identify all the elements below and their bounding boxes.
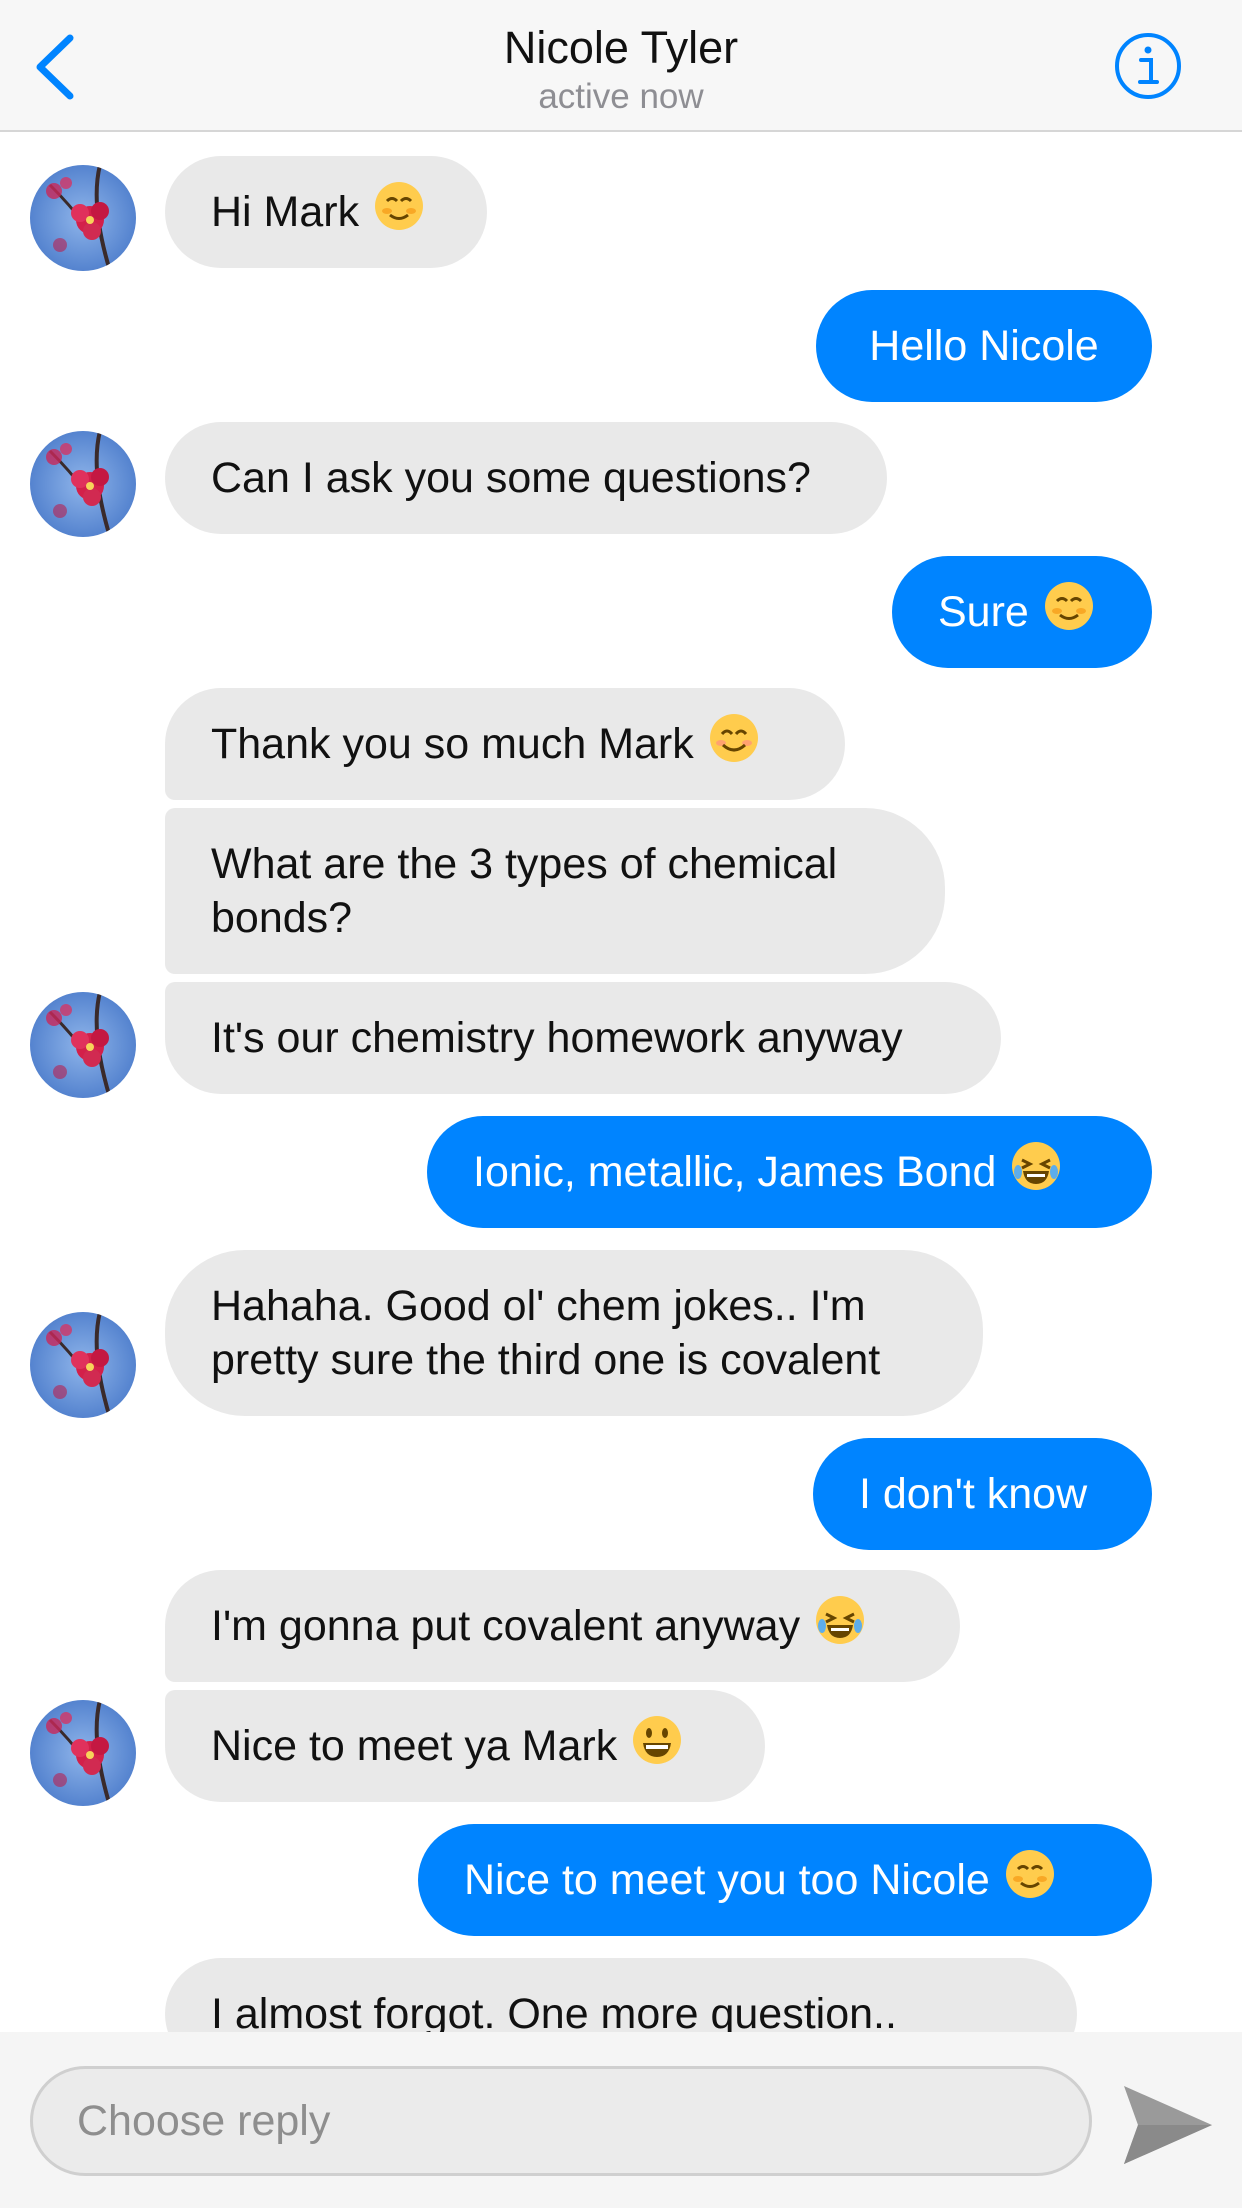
incoming-message[interactable]: Can I ask you some questions?	[165, 422, 887, 534]
contact-avatar[interactable]	[30, 431, 136, 537]
outgoing-message[interactable]: Nice to meet you too Nicole	[418, 1824, 1152, 1936]
contact-avatar[interactable]	[30, 165, 136, 271]
send-button[interactable]	[1120, 2082, 1216, 2168]
grin-emoji-icon	[631, 1714, 683, 1779]
outgoing-message[interactable]: Hello Nicole	[816, 290, 1152, 402]
conversation-header: Nicole Tyler active now	[0, 0, 1242, 132]
blush-emoji-icon	[1004, 1848, 1056, 1913]
outgoing-message[interactable]: Sure	[892, 556, 1152, 668]
incoming-message[interactable]: What are the 3 types of chemical bonds?	[165, 808, 945, 974]
incoming-message[interactable]: I'm gonna put covalent anyway	[165, 1570, 960, 1682]
info-button[interactable]	[1112, 30, 1184, 102]
joy-emoji-icon	[1010, 1140, 1062, 1205]
blush-emoji-icon	[373, 180, 425, 245]
smile-emoji-icon	[708, 712, 760, 777]
incoming-message[interactable]: Hi Mark	[165, 156, 487, 268]
incoming-message[interactable]: I almost forgot. One more question..	[165, 1958, 1077, 2032]
incoming-message[interactable]: It's our chemistry homework anyway	[165, 982, 1001, 1094]
blush-emoji-icon	[1043, 580, 1095, 645]
info-circle-icon	[1115, 33, 1181, 99]
contact-name: Nicole Tyler	[503, 22, 739, 73]
outgoing-message[interactable]: Ionic, metallic, James Bond	[427, 1116, 1152, 1228]
reply-composer	[0, 2032, 1242, 2208]
contact-status: active now	[538, 77, 704, 116]
message-list[interactable]: Hi Mark Hello Nicole Can I ask you some …	[0, 132, 1242, 2032]
contact-avatar[interactable]	[30, 992, 136, 1098]
reply-input[interactable]	[30, 2066, 1092, 2176]
contact-avatar[interactable]	[30, 1312, 136, 1418]
contact-avatar[interactable]	[30, 1700, 136, 1806]
joy-emoji-icon	[814, 1594, 866, 1659]
incoming-message[interactable]: Thank you so much Mark	[165, 688, 845, 800]
outgoing-message[interactable]: I don't know	[813, 1438, 1152, 1550]
incoming-message[interactable]: Nice to meet ya Mark	[165, 1690, 765, 1802]
incoming-message[interactable]: Hahaha. Good ol' chem jokes.. I'm pretty…	[165, 1250, 983, 1416]
paper-plane-icon	[1124, 2086, 1212, 2164]
header-title-group: Nicole Tyler active now	[0, 20, 1242, 118]
